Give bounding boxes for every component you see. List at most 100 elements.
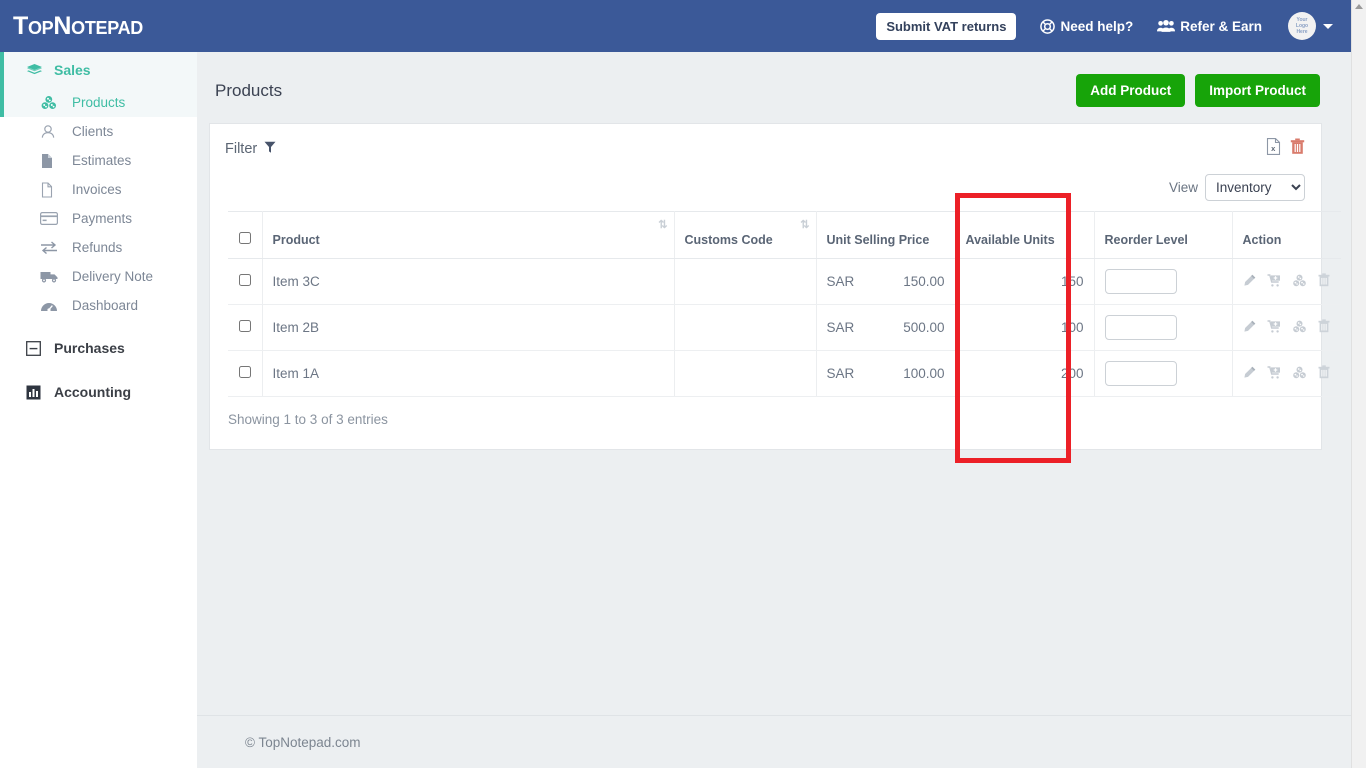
pencil-icon[interactable] [1243, 320, 1256, 336]
cart-plus-icon[interactable] [1267, 274, 1281, 290]
dashboard-icon [40, 299, 70, 313]
products-card: Filter x View Inventory [209, 123, 1322, 450]
cubes-icon[interactable] [1292, 366, 1307, 382]
need-help-label: Need help? [1060, 19, 1133, 34]
column-label: Reorder Level [1105, 233, 1188, 247]
submit-vat-returns-button[interactable]: Submit VAT returns [876, 13, 1016, 40]
excel-export-icon[interactable]: x [1266, 138, 1281, 160]
sidebar-item-label: Dashboard [70, 298, 138, 313]
sidebar-item-invoices[interactable]: Invoices [0, 175, 197, 204]
cell-reorder-level [1094, 259, 1232, 305]
pencil-icon[interactable] [1243, 274, 1256, 290]
column-label: Product [273, 233, 320, 247]
page-scrollbar[interactable] [1351, 0, 1366, 768]
row-checkbox[interactable] [239, 274, 251, 286]
layers-icon [26, 63, 52, 78]
cell-customs-code [674, 259, 816, 305]
sidebar-item-label: Invoices [70, 182, 122, 197]
row-select-cell [228, 351, 262, 397]
row-select-cell [228, 259, 262, 305]
table-header-row: ⇅ Product ⇅ Customs Code Unit Selling Pr… [228, 212, 1341, 259]
column-label: Action [1243, 233, 1282, 247]
table-row[interactable]: Item 2B SAR 500.00 100 [228, 305, 1341, 351]
refer-and-earn-link[interactable]: Refer & Earn [1157, 19, 1262, 34]
column-customs-code[interactable]: ⇅ Customs Code [674, 212, 816, 259]
sidebar-group-purchases[interactable]: Purchases [0, 330, 197, 366]
sidebar-item-products[interactable]: Products [0, 88, 197, 117]
currency-code: SAR [827, 366, 855, 381]
cell-product: Item 3C [262, 259, 674, 305]
trash-icon[interactable] [1290, 138, 1305, 160]
column-product[interactable]: ⇅ Product [262, 212, 674, 259]
credit-card-icon [40, 212, 70, 225]
cell-available-units: 100 [955, 305, 1094, 351]
reorder-level-input[interactable] [1105, 315, 1177, 340]
column-reorder-level: Reorder Level [1094, 212, 1232, 259]
products-table: ⇅ Product ⇅ Customs Code Unit Selling Pr… [228, 211, 1341, 397]
avatar: Your Logo Here [1288, 12, 1316, 40]
trash-icon[interactable] [1318, 273, 1330, 290]
trash-icon[interactable] [1318, 365, 1330, 382]
sidebar-item-label: Refunds [70, 240, 122, 255]
chevron-down-icon[interactable] [1323, 24, 1333, 29]
sidebar-item-payments[interactable]: Payments [0, 204, 197, 233]
page-actions: Add Product Import Product [1076, 74, 1320, 107]
sidebar-group-sales[interactable]: Sales [0, 52, 197, 88]
sidebar-item-refunds[interactable]: Refunds [0, 233, 197, 262]
sidebar-item-clients[interactable]: Clients [0, 117, 197, 146]
cell-product: Item 2B [262, 305, 674, 351]
column-action: Action [1232, 212, 1341, 259]
cubes-icon[interactable] [1292, 320, 1307, 336]
row-checkbox[interactable] [239, 320, 251, 332]
currency-code: SAR [827, 274, 855, 289]
row-checkbox[interactable] [239, 366, 251, 378]
scroll-up-arrow-icon[interactable] [1355, 4, 1363, 9]
import-product-button[interactable]: Import Product [1195, 74, 1320, 107]
sort-arrows-icon[interactable]: ⇅ [658, 218, 666, 231]
trash-icon[interactable] [1318, 319, 1330, 336]
app-logo[interactable]: TopNotepad [13, 12, 143, 41]
reorder-level-input[interactable] [1105, 361, 1177, 386]
truck-icon [40, 270, 70, 284]
pencil-icon[interactable] [1243, 366, 1256, 382]
table-row[interactable]: Item 3C SAR 150.00 150 [228, 259, 1341, 305]
bar-chart-icon [26, 385, 52, 400]
add-product-button[interactable]: Add Product [1076, 74, 1185, 107]
page-title: Products [215, 81, 282, 101]
table-row[interactable]: Item 1A SAR 100.00 200 [228, 351, 1341, 397]
cell-reorder-level [1094, 351, 1232, 397]
cell-action [1232, 259, 1341, 305]
need-help-link[interactable]: Need help? [1040, 19, 1133, 34]
cart-plus-icon[interactable] [1267, 320, 1281, 336]
sidebar-item-estimates[interactable]: Estimates [0, 146, 197, 175]
view-select[interactable]: Inventory [1205, 174, 1305, 201]
refer-and-earn-label: Refer & Earn [1180, 19, 1262, 34]
sidebar-item-dashboard[interactable]: Dashboard [0, 291, 197, 320]
cart-plus-icon[interactable] [1267, 366, 1281, 382]
column-label: Customs Code [685, 233, 773, 247]
view-selector-row: View Inventory [210, 160, 1321, 201]
top-nav-items: Submit VAT returns Need help? Refer & Ea… [876, 12, 1333, 40]
select-all-checkbox[interactable] [239, 232, 251, 244]
top-navigation-bar: TopNotepad Submit VAT returns Need help?… [0, 0, 1351, 52]
sidebar-item-delivery-note[interactable]: Delivery Note [0, 262, 197, 291]
cell-action [1232, 351, 1341, 397]
minus-square-icon [26, 341, 52, 356]
reorder-level-input[interactable] [1105, 269, 1177, 294]
currency-code: SAR [827, 320, 855, 335]
price-value: 150.00 [903, 274, 944, 289]
sidebar-item-label: Payments [70, 211, 132, 226]
cubes-icon[interactable] [1292, 274, 1307, 290]
sidebar-group-label: Sales [52, 62, 91, 78]
sidebar-item-label: Delivery Note [70, 269, 153, 284]
sidebar-group-accounting[interactable]: Accounting [0, 374, 197, 410]
cell-action [1232, 305, 1341, 351]
cell-customs-code [674, 351, 816, 397]
cell-unit-selling-price: SAR 500.00 [816, 305, 955, 351]
cell-unit-selling-price: SAR 100.00 [816, 351, 955, 397]
filter-toggle[interactable]: Filter [225, 141, 276, 158]
account-menu[interactable]: Your Logo Here [1288, 12, 1333, 40]
cell-product: Item 1A [262, 351, 674, 397]
sort-arrows-icon[interactable]: ⇅ [800, 218, 808, 231]
cell-unit-selling-price: SAR 150.00 [816, 259, 955, 305]
